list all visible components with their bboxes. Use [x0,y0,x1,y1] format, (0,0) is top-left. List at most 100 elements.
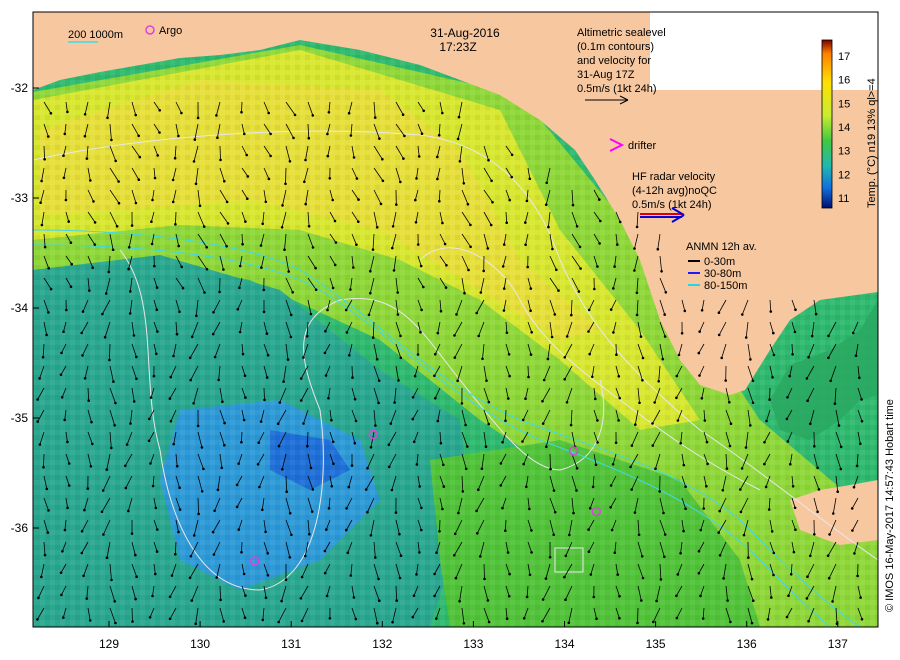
velocity-arrow-head [190,599,194,602]
velocity-arrow-head [530,529,533,532]
velocity-arrow-head [212,311,215,314]
velocity-arrow-head [194,182,198,186]
velocity-arrow-head [827,356,830,360]
velocity-arrow-head [378,137,381,140]
velocity-arrow-head [547,225,550,229]
velocity-arrow-head [101,312,104,316]
x-tick-label: 135 [646,637,666,651]
velocity-arrow-head [222,620,225,623]
velocity-arrow-head [598,242,601,245]
velocity-arrow-head [475,509,478,513]
velocity-arrow-head [411,396,415,399]
velocity-arrow-head [381,157,384,161]
velocity-arrow-head [89,465,93,468]
velocity-arrow-head [529,309,532,313]
velocity-arrow-head [729,620,732,624]
velocity-arrow-head [62,330,65,334]
velocity-arrow-head [744,446,748,449]
velocity-arrow-head [46,531,50,534]
velocity-arrow-head [663,313,666,316]
velocity-arrow-head [156,330,159,333]
velocity-arrow-head [389,422,393,425]
velocity-arrow-head [125,443,129,446]
velocity-arrow-head [135,575,138,578]
velocity-arrow-head [174,552,177,556]
velocity-arrow-head [391,620,394,624]
velocity-arrow-head [772,353,776,357]
velocity-arrow-head [422,109,426,113]
velocity-arrow-head [114,621,117,625]
velocity-arrow-head [630,444,634,447]
velocity-arrow-head [280,599,283,603]
velocity-arrow-head [264,596,268,599]
velocity-arrow-head [453,334,456,337]
velocity-arrow-head [751,401,755,405]
velocity-arrow-head [414,221,418,224]
velocity-arrow-head [679,551,682,555]
velocity-arrow [43,453,45,468]
velocity-arrow-head [569,423,573,427]
velocity-arrow-head [88,289,91,292]
velocity-arrow-head [504,419,507,423]
velocity-arrow-head [553,313,557,316]
velocity-arrow-head [636,621,639,625]
velocity-arrow-head [308,532,311,536]
velocity-arrow-head [501,265,505,268]
velocity-arrow-head [311,246,315,249]
velocity-arrow-head [225,244,228,248]
velocity-arrow-head [505,221,509,224]
velocity-arrow-head [549,467,552,471]
velocity-arrow-head [333,219,337,223]
velocity-arrow-head [196,424,200,428]
velocity-arrow-head [377,577,380,581]
velocity-arrow-head [411,417,415,421]
velocity-arrow-head [591,375,594,379]
altimetry-line-3: and velocity for [577,55,651,67]
velocity-arrow-head [211,530,215,534]
velocity-arrow-head [265,376,269,379]
velocity-arrow-head [101,489,105,492]
velocity-arrow-head [579,267,582,270]
velocity-arrow-head [135,355,138,359]
velocity-arrow-head [309,466,313,470]
velocity-arrow-head [677,353,681,357]
velocity-arrow-head [306,444,309,448]
velocity-arrow-head [193,138,197,141]
velocity-arrow-head [300,575,304,579]
velocity-arrow-head [223,443,226,447]
velocity-arrow-head [617,375,621,378]
velocity-arrow-head [107,270,111,274]
velocity-arrow-head [256,463,260,466]
velocity-arrow-head [345,528,348,532]
velocity-arrow-head [169,375,173,379]
velocity-arrow-head [414,198,417,202]
velocity-arrow-head [266,574,270,577]
velocity-arrow-head [836,490,839,494]
velocity-arrow-head [467,268,470,272]
velocity-arrow-head [436,331,440,335]
velocity-arrow-head [699,594,702,598]
velocity-arrow-head [508,572,511,576]
velocity-arrow-head [418,485,422,488]
velocity-arrow-head [484,445,488,449]
velocity-arrow-head [749,424,752,427]
velocity-arrow-head [697,549,701,553]
velocity-arrow-head [529,353,533,356]
velocity-arrow-head [66,440,69,444]
velocity-arrow-head [419,264,423,268]
velocity-arrow [527,365,529,378]
velocity-arrow-head [630,488,633,491]
velocity-arrow-head [563,356,567,359]
velocity-arrow-head [418,551,421,554]
velocity-arrow-head [100,510,104,514]
velocity-arrow-head [441,507,444,511]
velocity-arrow-head [813,533,816,536]
velocity-arrow-head [87,399,90,402]
velocity-arrow-head [390,488,394,492]
velocity-arrow-head [860,617,864,621]
velocity-arrow-head [411,615,415,619]
colorbar-tick-label: 15 [838,98,850,110]
velocity-arrow-head [772,331,775,335]
velocity-arrow [505,409,507,421]
velocity-arrow-head [596,419,599,422]
